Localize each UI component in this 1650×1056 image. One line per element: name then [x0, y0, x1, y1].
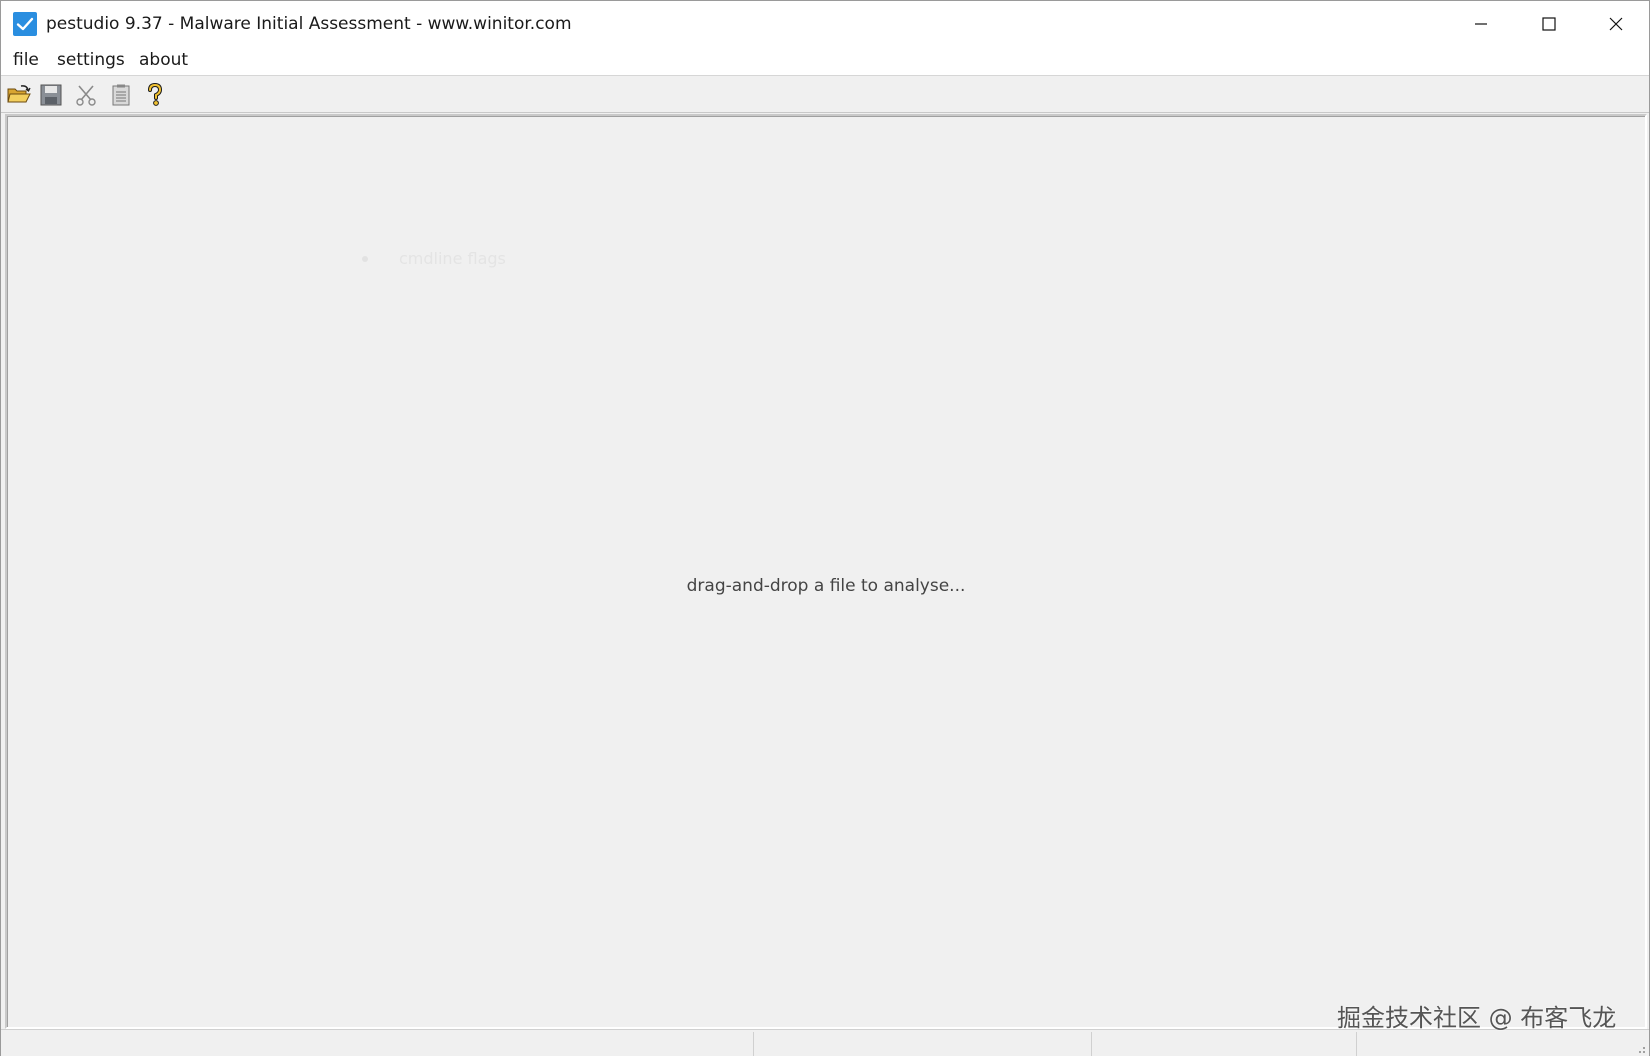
copy-icon: [112, 84, 130, 106]
help-button[interactable]: [142, 82, 168, 108]
menu-file[interactable]: file: [11, 50, 41, 70]
copy-button[interactable]: [108, 82, 134, 108]
cut-button[interactable]: [73, 82, 99, 108]
drop-area[interactable]: cmdline flags drag-and-drop a file to an…: [5, 114, 1647, 1029]
status-bar: [1, 1029, 1649, 1056]
open-button[interactable]: [6, 82, 32, 108]
menu-bar: file settings about: [1, 46, 1649, 76]
app-window: pestudio 9.37 - Malware Initial Assessme…: [0, 0, 1650, 1056]
close-icon: [1609, 17, 1623, 30]
cut-icon: [76, 85, 96, 106]
save-button[interactable]: [38, 82, 64, 108]
status-cell: [754, 1032, 1092, 1056]
resize-grip-icon[interactable]: [1634, 1042, 1646, 1054]
save-icon: [40, 84, 62, 106]
title-bar[interactable]: pestudio 9.37 - Malware Initial Assessme…: [1, 1, 1649, 46]
faded-tree-item: cmdline flags: [399, 249, 506, 268]
open-folder-icon: [7, 85, 31, 103]
toolbar: [1, 77, 1649, 113]
maximize-icon: [1542, 16, 1556, 31]
close-button[interactable]: [1582, 1, 1650, 46]
help-icon: [148, 83, 163, 106]
faded-bullet: [362, 256, 368, 262]
watermark: 掘金技术社区 @ 布客飞龙: [1337, 1004, 1617, 1032]
menu-about[interactable]: about: [137, 50, 190, 70]
drop-hint: drag-and-drop a file to analyse...: [686, 576, 966, 596]
checkmark-app-icon: [13, 12, 37, 36]
minimize-icon: [1475, 22, 1487, 25]
status-cell: [1357, 1032, 1637, 1056]
maximize-button[interactable]: [1515, 1, 1583, 46]
menu-settings[interactable]: settings: [55, 50, 127, 70]
status-cell: [1092, 1032, 1357, 1056]
minimize-button[interactable]: [1447, 1, 1515, 46]
status-cell: [1, 1032, 754, 1056]
window-title: pestudio 9.37 - Malware Initial Assessme…: [46, 14, 572, 34]
